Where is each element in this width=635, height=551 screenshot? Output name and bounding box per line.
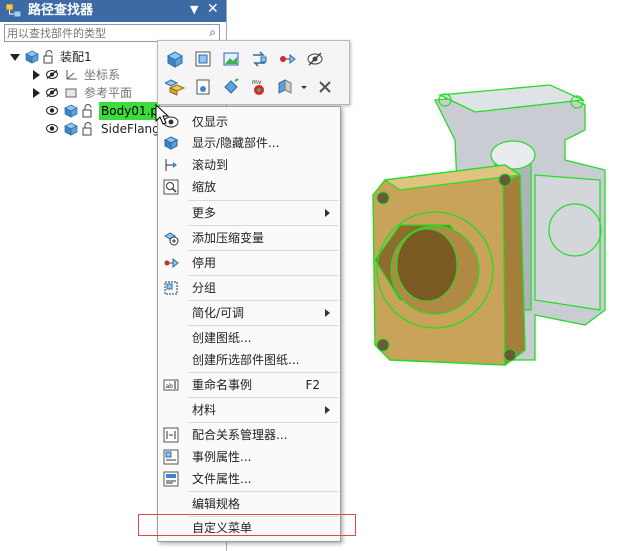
menu-item-label: 分组	[192, 281, 217, 295]
close-icon[interactable]	[315, 77, 335, 97]
menu-item-label: 事例属性...	[192, 450, 252, 464]
menu-item-simplify-adjustable[interactable]: 简化/可调	[158, 301, 340, 325]
file-props-icon	[163, 471, 179, 487]
tree-item-label: Body01.p	[99, 102, 160, 120]
menu-item-label: 创建图纸...	[192, 331, 252, 345]
menu-item-file-properties[interactable]: 文件属性...	[158, 467, 340, 491]
panel-title-bar: 路径查找器 ▼ ✕	[0, 0, 226, 22]
show-only-icon[interactable]	[165, 49, 185, 69]
coordinate-system-icon	[66, 70, 77, 80]
collapse-icon[interactable]	[10, 54, 20, 61]
expand-icon[interactable]	[33, 88, 40, 98]
scroll-to-icon	[165, 159, 177, 171]
lock-icon	[82, 122, 92, 136]
multi-body-icon[interactable]	[163, 77, 186, 97]
expand-icon[interactable]	[33, 70, 40, 80]
group-icon	[164, 281, 178, 295]
menu-item-occurrence-properties[interactable]: 事例属性...	[158, 445, 340, 469]
menu-item-label: 重命名事例	[192, 378, 253, 392]
path-finder-icon	[6, 4, 22, 18]
reference-plane-icon	[65, 88, 77, 98]
dropdown-icon[interactable]	[298, 77, 310, 97]
save-icon[interactable]	[193, 77, 213, 97]
mv-icon[interactable]: mv	[249, 77, 269, 97]
menu-item-scroll-to[interactable]: 滚动到	[158, 153, 340, 177]
menu-item-label: 滚动到	[192, 158, 229, 172]
menu-item-add-suppression-variable[interactable]: 添加压缩变量	[158, 226, 340, 250]
submenu-arrow-icon	[325, 309, 330, 317]
menu-item-label: 更多	[192, 206, 217, 220]
menu-item-edit-specification[interactable]: 编辑规格	[158, 492, 340, 516]
menu-item-shortcut: F2	[305, 378, 320, 392]
panel-close-icon[interactable]: ✕	[207, 1, 219, 17]
eye-icon[interactable]	[46, 124, 58, 133]
body01-model	[372, 164, 526, 367]
image-icon[interactable]	[221, 49, 241, 69]
add-variable-icon	[164, 232, 179, 246]
menu-item-create-selected-drawing[interactable]: 创建所选部件图纸...	[158, 348, 340, 372]
menu-item-label: 文件属性...	[192, 472, 252, 486]
tree-item-label: 坐标系	[84, 68, 121, 82]
part-icon	[64, 122, 78, 136]
menu-item-rename-occurrence[interactable]: ab 重命名事例 F2	[158, 373, 340, 397]
mouse-cursor-icon	[155, 104, 170, 125]
submenu-arrow-icon	[325, 406, 330, 414]
menu-item-relation-manager[interactable]: 配合关系管理器...	[158, 423, 340, 447]
menu-item-label: 简化/可调	[192, 306, 245, 320]
menu-item-zoom[interactable]: 缩放	[158, 175, 340, 199]
menu-item-label: 材料	[192, 403, 217, 417]
occurrence-props-icon	[163, 449, 179, 465]
menu-item-deactivate[interactable]: 停用	[158, 251, 340, 275]
menu-item-label: 停用	[192, 256, 217, 270]
svg-text:ab: ab	[166, 383, 174, 390]
section-icon[interactable]	[275, 77, 295, 97]
menu-item-label: 创建所选部件图纸...	[192, 353, 300, 367]
menu-item-label: 缩放	[192, 180, 217, 194]
paint-icon[interactable]	[221, 77, 241, 97]
lock-icon	[43, 50, 53, 64]
menu-item-label: 配合关系管理器...	[192, 428, 288, 442]
swap-icon[interactable]	[249, 49, 269, 69]
rename-icon: ab	[163, 379, 179, 391]
suppress-icon[interactable]	[277, 49, 297, 69]
highlight-box	[138, 514, 356, 536]
submenu-arrow-icon	[325, 209, 330, 217]
mini-toolbar: mv	[157, 40, 350, 105]
deactivate-icon	[164, 257, 179, 269]
show-hide-icon	[163, 136, 179, 150]
panel-dropdown-icon[interactable]: ▼	[190, 3, 198, 16]
search-input[interactable]	[7, 25, 197, 41]
svg-text:mv: mv	[252, 79, 262, 86]
eye-hidden-icon[interactable]	[46, 70, 58, 79]
menu-item-create-drawing[interactable]: 创建图纸...	[158, 326, 340, 350]
menu-item-more[interactable]: 更多	[158, 201, 340, 225]
eye-hidden-icon[interactable]	[46, 88, 58, 97]
fit-view-icon[interactable]	[193, 49, 213, 69]
menu-item-show-hide[interactable]: 显示/隐藏部件...	[158, 131, 340, 155]
menu-item-label: 编辑规格	[192, 497, 241, 511]
tree-item-label: 装配1	[60, 50, 92, 64]
relation-manager-icon	[163, 427, 179, 443]
hide-icon[interactable]	[305, 49, 325, 69]
menu-item-label: 显示/隐藏部件...	[192, 136, 280, 150]
tree-item-label: 参考平面	[84, 86, 133, 100]
context-menu: 仅显示 显示/隐藏部件... 滚动到 缩放 更多 添加压缩变量 停用 分组 简化…	[157, 106, 341, 542]
zoom-icon	[163, 179, 179, 195]
assembly-model-view[interactable]	[355, 60, 635, 390]
part-icon	[64, 104, 78, 118]
menu-item-group[interactable]: 分组	[158, 276, 340, 300]
search-icon[interactable]: ⌕	[209, 25, 216, 40]
tree-item-label: SideFlang	[101, 122, 160, 136]
eye-icon[interactable]	[46, 106, 58, 115]
menu-item-material[interactable]: 材料	[158, 398, 340, 422]
assembly-icon	[25, 50, 39, 64]
panel-title: 路径查找器	[28, 3, 94, 18]
lock-icon	[82, 104, 92, 118]
menu-item-label: 添加压缩变量	[192, 231, 265, 245]
